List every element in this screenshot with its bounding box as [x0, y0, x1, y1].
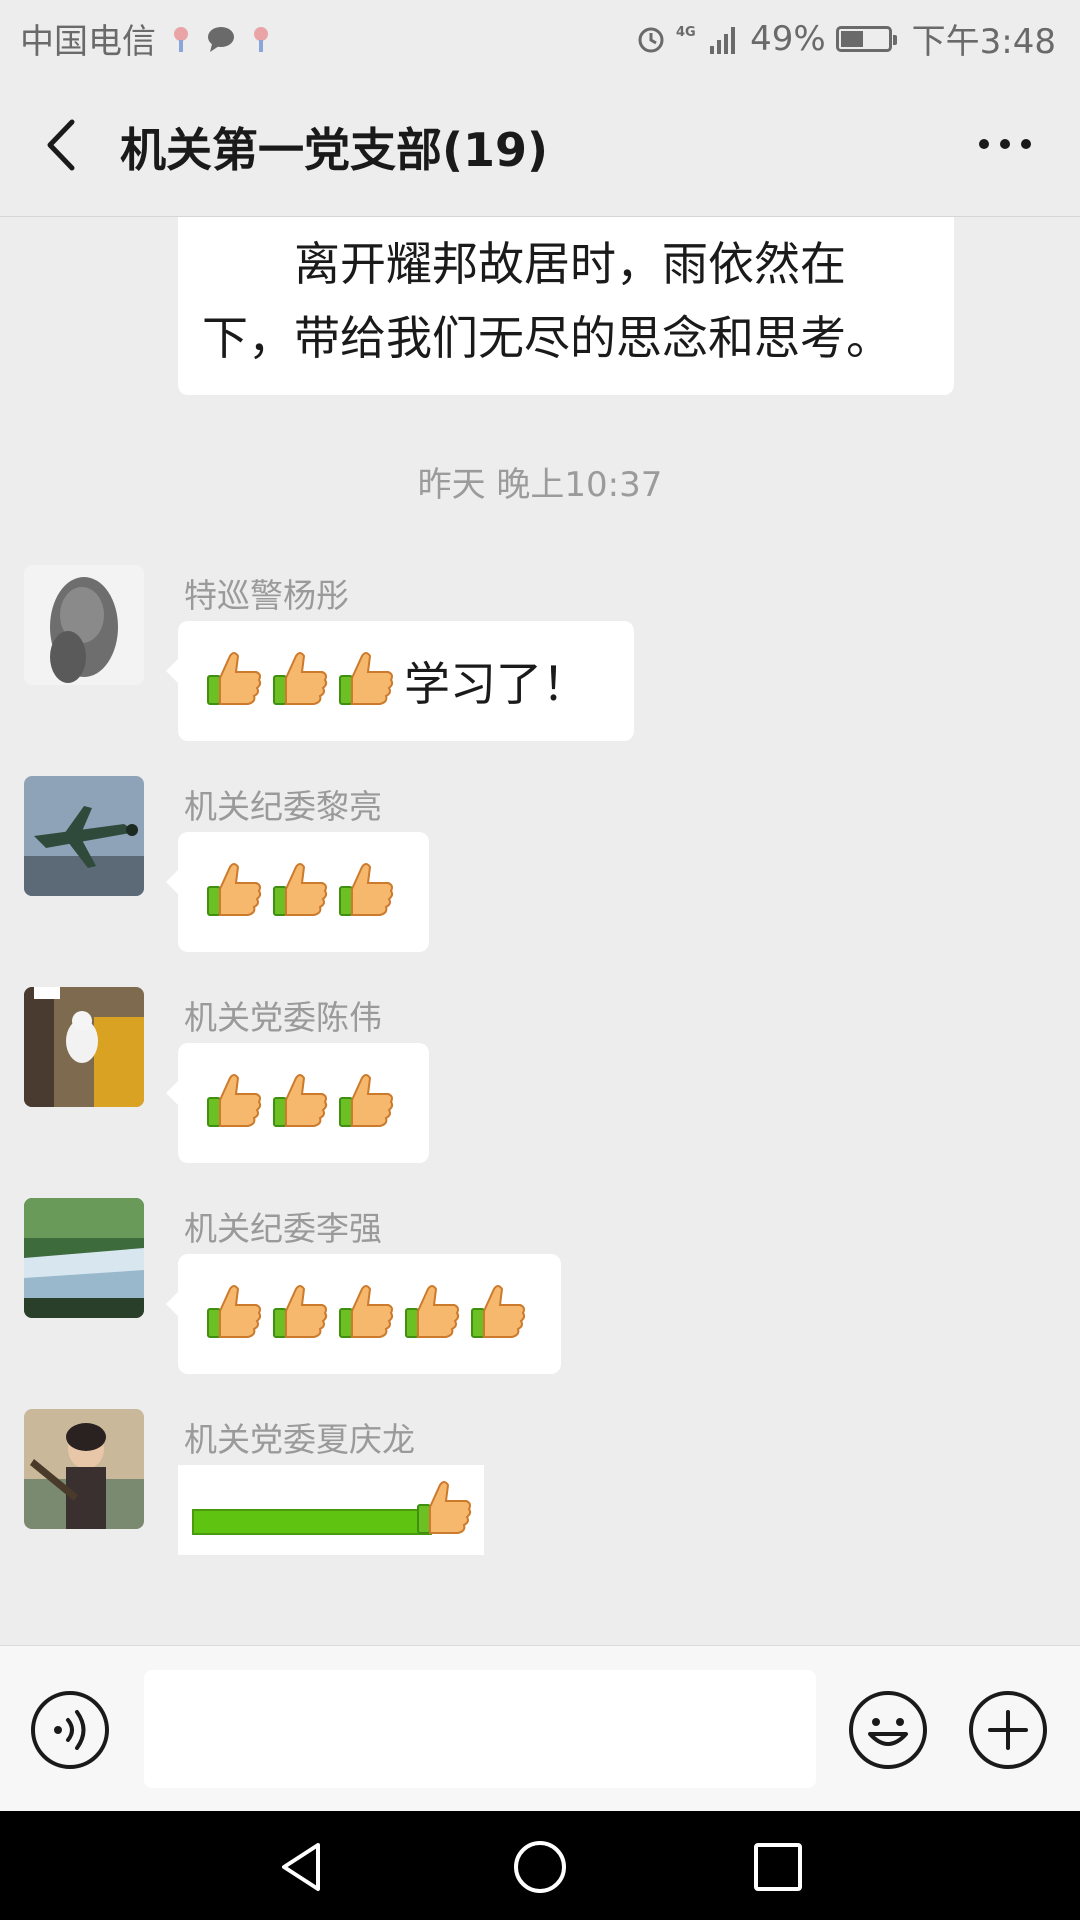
status-bar: 中国电信 4G 49% 下午3:48 — [0, 0, 1080, 74]
thumbs-up-icon — [336, 859, 398, 921]
thumbs-up-icon — [336, 1070, 398, 1132]
thumbs-up-icon — [270, 859, 332, 921]
sender-name: 机关纪委李强 — [184, 1209, 382, 1248]
thumbs-up-icon — [270, 1281, 332, 1343]
nav-back-icon[interactable] — [274, 1839, 330, 1895]
thumbs-up-icon — [204, 648, 266, 710]
sender-name: 机关党委陈伟 — [184, 998, 382, 1037]
sender-name: 机关纪委黎亮 — [184, 787, 382, 826]
chat-title: 机关第一党支部(19) — [120, 123, 549, 177]
chat-message-list[interactable]: 离开耀邦故居时，雨依然在 下，带给我们无尽的思念和思考。 昨天 晚上10:37 … — [0, 217, 1080, 1645]
network-4g-label: 4G — [676, 25, 696, 40]
avatar[interactable] — [24, 1198, 144, 1318]
thumbs-up-icon — [336, 1281, 398, 1343]
sender-name: 机关党委夏庆龙 — [184, 1420, 415, 1459]
emoji-icon[interactable] — [848, 1690, 928, 1770]
chat-header: 机关第一党支部(19) — [0, 74, 1080, 217]
message-input[interactable] — [144, 1670, 816, 1788]
system-navigation-bar — [0, 1811, 1080, 1920]
avatar[interactable] — [24, 565, 144, 685]
thumbs-up-icon — [417, 1481, 472, 1534]
notification-pin-icon — [254, 26, 268, 52]
message-text-line: 离开耀邦故居时，雨依然在 — [294, 237, 846, 291]
message-bubble[interactable] — [166, 1254, 561, 1374]
thumbs-up-icon — [270, 1070, 332, 1132]
carrier-label: 中国电信 — [20, 22, 156, 62]
sender-name: 特巡警杨彤 — [184, 576, 349, 615]
avatar[interactable] — [24, 987, 144, 1107]
message-text-line: 下，带给我们无尽的思念和思考。 — [202, 311, 892, 365]
clock: 下午3:48 — [911, 22, 1056, 62]
thumbs-up-icon — [204, 1070, 266, 1132]
battery-percent: 49% — [750, 18, 826, 59]
thumbs-up-icon — [204, 859, 266, 921]
more-options-icon[interactable] — [970, 114, 1040, 174]
message-input-bar — [0, 1645, 1080, 1812]
avatar[interactable] — [24, 776, 144, 896]
thumbs-up-group — [204, 1281, 534, 1347]
message-text: 学习了！ — [404, 657, 588, 711]
progress-bar-sticker[interactable] — [178, 1465, 484, 1555]
battery-icon — [835, 25, 897, 52]
progress-bar — [192, 1509, 432, 1535]
thumbs-up-group — [204, 1070, 402, 1136]
thumbs-up-group — [204, 859, 402, 925]
message-timestamp: 昨天 晚上10:37 — [417, 465, 663, 505]
signal-icon: 4G — [676, 25, 736, 54]
back-arrow-icon[interactable] — [36, 110, 96, 180]
thumbs-up-icon — [402, 1281, 464, 1343]
message-bubble[interactable]: 学习了！ — [166, 621, 634, 741]
avatar[interactable] — [24, 1409, 144, 1529]
nav-recent-apps-icon[interactable] — [752, 1841, 804, 1893]
voice-input-icon[interactable] — [30, 1690, 110, 1770]
nav-home-icon[interactable] — [512, 1839, 568, 1895]
alarm-clock-icon — [638, 27, 664, 52]
message-bubble[interactable] — [166, 832, 429, 952]
thumbs-up-icon — [270, 648, 332, 710]
message-bubble[interactable] — [166, 1043, 429, 1163]
add-plus-icon[interactable] — [968, 1690, 1048, 1770]
thumbs-up-icon — [336, 648, 398, 710]
notification-pin-icon — [174, 26, 188, 52]
thumbs-up-group — [204, 648, 402, 714]
message-bubble[interactable]: 离开耀邦故居时，雨依然在 下，带给我们无尽的思念和思考。 — [178, 217, 954, 395]
thumbs-up-icon — [468, 1281, 530, 1343]
message-bubble-icon — [208, 26, 234, 52]
thumbs-up-icon — [204, 1281, 266, 1343]
